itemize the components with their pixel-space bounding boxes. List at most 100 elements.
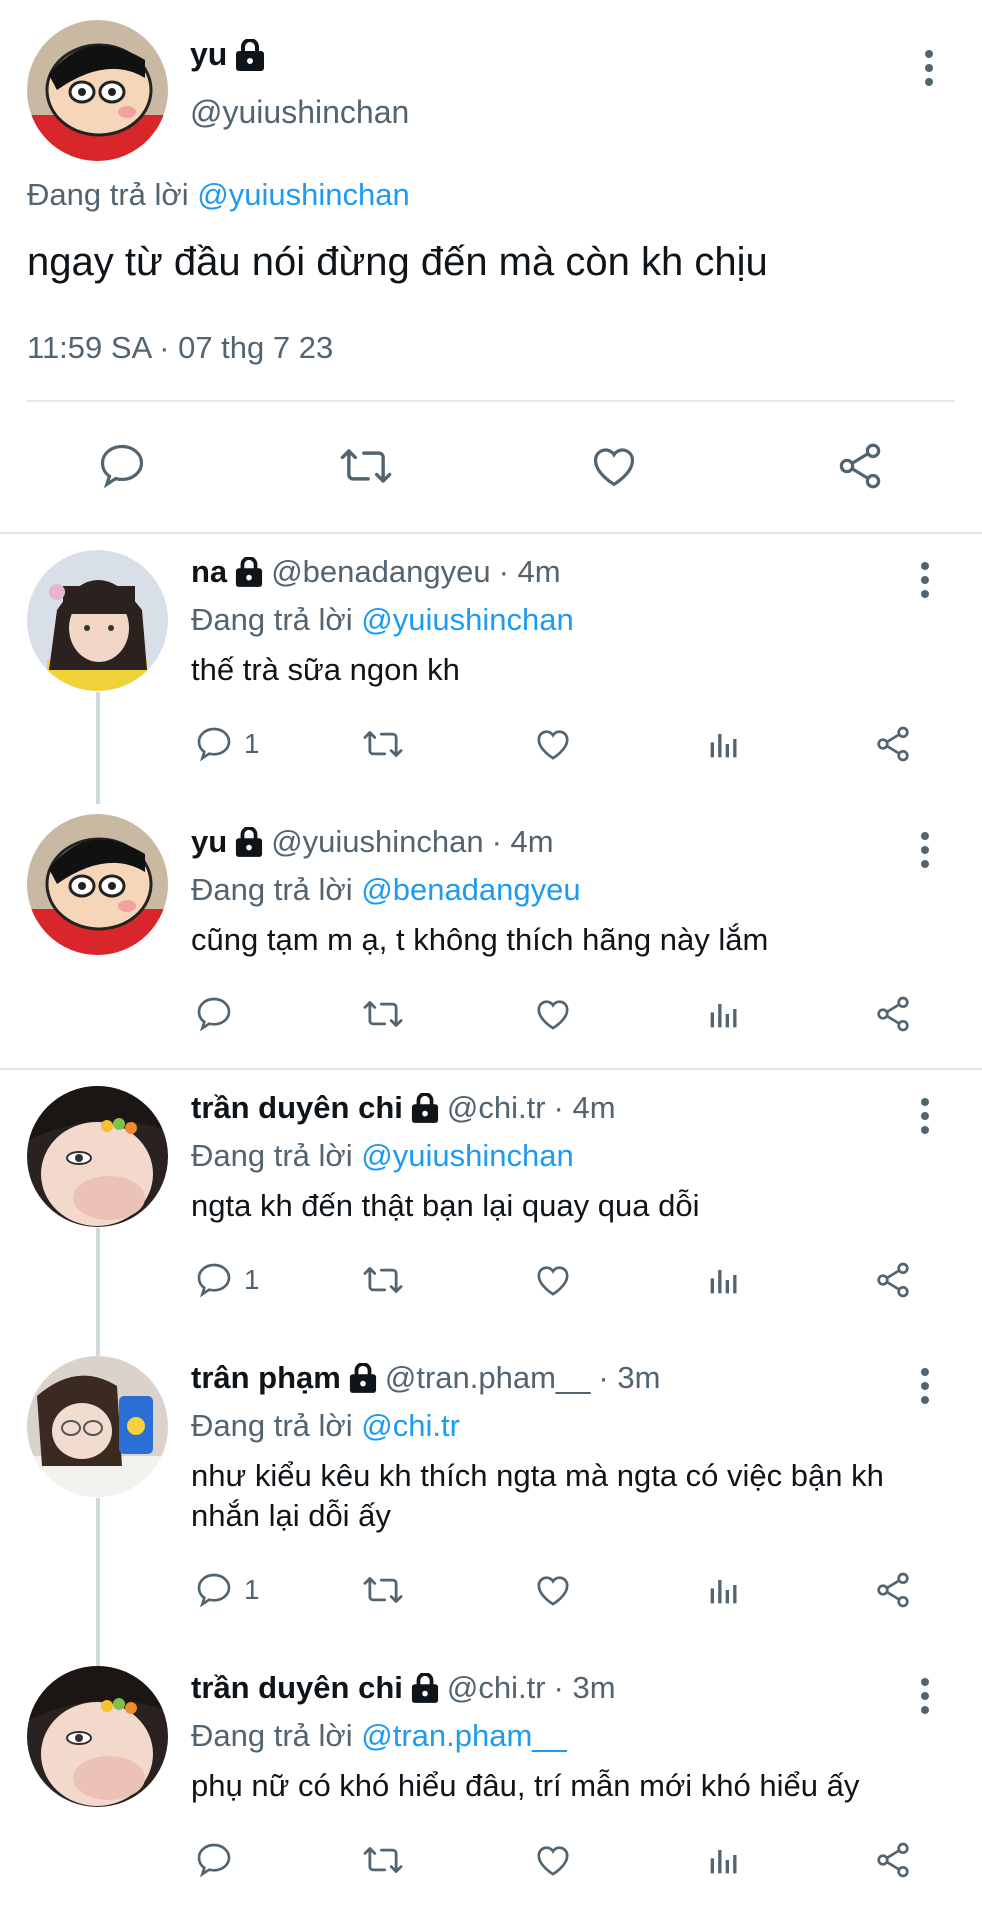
avatar[interactable] <box>27 550 168 691</box>
thread-line <box>96 1650 100 1666</box>
author-name[interactable]: trân phạm <box>191 1360 341 1396</box>
reply-context: Đang trả lời @yuiushinchan <box>191 602 574 638</box>
avatar[interactable] <box>27 1086 168 1227</box>
reply-count: 1 <box>244 1574 260 1605</box>
share-icon[interactable] <box>873 1260 913 1300</box>
reply-button[interactable] <box>194 1840 244 1880</box>
author-name[interactable]: trần duyên chi <box>191 1090 403 1126</box>
reply-button[interactable]: 1 <box>194 1260 260 1300</box>
reply-to-link[interactable]: @chi.tr <box>361 1408 460 1443</box>
post-time[interactable]: · 3m <box>598 1360 660 1396</box>
avatar[interactable] <box>27 814 168 955</box>
author-handle[interactable]: @benadangyeu <box>271 554 490 590</box>
reply-button[interactable]: 1 <box>194 724 260 764</box>
author-handle[interactable]: @chi.tr <box>447 1090 546 1126</box>
reply-tweet[interactable]: na @benadangyeu · 4m Đang trả lời @yuius… <box>0 534 982 804</box>
more-options-icon[interactable] <box>924 50 934 92</box>
author-name[interactable]: trần duyên chi <box>191 1670 403 1706</box>
reply-tweet[interactable]: trần duyên chi @chi.tr · 3m Đang trả lời… <box>0 1650 982 1922</box>
reply-header: trần duyên chi @chi.tr · 3m <box>191 1670 616 1706</box>
reply-to-link[interactable]: @tran.pham__ <box>361 1718 567 1753</box>
analytics-icon[interactable] <box>704 994 744 1034</box>
analytics-icon[interactable] <box>704 724 744 764</box>
lock-icon <box>235 557 263 587</box>
retweet-icon[interactable] <box>360 1840 406 1880</box>
main-tweet-timestamp[interactable]: 11:59 SA · 07 thg 7 23 <box>27 330 333 366</box>
share-icon[interactable] <box>834 440 886 492</box>
lock-icon <box>411 1673 439 1703</box>
analytics-icon[interactable] <box>704 1840 744 1880</box>
reply-to-link[interactable]: @yuiushinchan <box>197 177 409 212</box>
retweet-icon[interactable] <box>360 1260 406 1300</box>
main-tweet-text: ngay từ đầu nói đừng đến mà còn kh chịu <box>27 240 768 284</box>
reply-button[interactable] <box>194 994 244 1034</box>
heart-icon[interactable] <box>533 1260 573 1300</box>
post-time[interactable]: · 3m <box>554 1670 616 1706</box>
retweet-icon[interactable] <box>336 440 396 492</box>
heart-icon[interactable] <box>588 440 640 492</box>
reply-header: yu @yuiushinchan · 4m <box>191 824 554 860</box>
share-icon[interactable] <box>873 1570 913 1610</box>
heart-icon[interactable] <box>533 724 573 764</box>
reply-tweet[interactable]: yu @yuiushinchan · 4m Đang trả lời @bena… <box>0 804 982 1068</box>
heart-icon[interactable] <box>533 1570 573 1610</box>
main-action-bar <box>0 430 982 510</box>
lock-icon <box>349 1363 377 1393</box>
avatar[interactable] <box>27 1356 168 1497</box>
comment-icon[interactable] <box>96 440 148 492</box>
post-time[interactable]: · 4m <box>554 1090 616 1126</box>
author-handle[interactable]: @tran.pham__ <box>385 1360 591 1396</box>
reply-context: Đang trả lời @tran.pham__ <box>191 1718 567 1754</box>
reply-to-link[interactable]: @benadangyeu <box>361 872 580 907</box>
avatar[interactable] <box>27 1666 168 1807</box>
reply-button[interactable]: 1 <box>194 1570 260 1610</box>
reply-header: trân phạm @tran.pham__ · 3m <box>191 1360 660 1396</box>
reply-context: Đang trả lời @chi.tr <box>191 1408 460 1444</box>
reply-tweet[interactable]: trần duyên chi @chi.tr · 4m Đang trả lời… <box>0 1070 982 1340</box>
author-handle[interactable]: @yuiushinchan <box>271 824 483 860</box>
analytics-icon[interactable] <box>704 1570 744 1610</box>
author-handle[interactable]: @chi.tr <box>447 1670 546 1706</box>
main-author-name-row[interactable]: yu <box>190 36 265 73</box>
lock-icon <box>235 827 263 857</box>
action-bar <box>0 1840 982 1900</box>
tweet-text: cũng tạm m ạ, t không thích hãng này lắm <box>191 922 769 957</box>
more-options-icon[interactable] <box>920 1368 930 1410</box>
retweet-icon[interactable] <box>360 1570 406 1610</box>
author-name[interactable]: yu <box>191 824 227 860</box>
comment-icon <box>197 727 231 762</box>
more-options-icon[interactable] <box>920 562 930 604</box>
more-options-icon[interactable] <box>920 1678 930 1720</box>
more-options-icon[interactable] <box>920 1098 930 1140</box>
share-icon[interactable] <box>873 724 913 764</box>
main-avatar[interactable] <box>27 20 168 161</box>
retweet-icon[interactable] <box>360 724 406 764</box>
reply-prefix: Đang trả lời <box>191 1408 353 1443</box>
post-time[interactable]: · 4m <box>499 554 561 590</box>
thread-line <box>96 1340 100 1356</box>
reply-to-link[interactable]: @yuiushinchan <box>361 1138 573 1173</box>
main-tweet: yu @yuiushinchan Đang trả lời @yuiushinc… <box>0 0 982 532</box>
action-bar <box>0 994 982 1054</box>
heart-icon[interactable] <box>533 1840 573 1880</box>
retweet-icon[interactable] <box>360 994 406 1034</box>
author-name[interactable]: na <box>191 554 227 590</box>
main-author-handle[interactable]: @yuiushinchan <box>190 94 409 131</box>
heart-icon[interactable] <box>533 994 573 1034</box>
reply-prefix: Đang trả lời <box>191 1138 353 1173</box>
share-icon[interactable] <box>873 994 913 1034</box>
tweet-text: như kiểu kêu kh thích ngta mà ngta có vi… <box>191 1458 884 1533</box>
reply-count: 1 <box>244 1264 260 1295</box>
share-icon[interactable] <box>873 1840 913 1880</box>
main-reply-context: Đang trả lời @yuiushinchan <box>27 177 410 213</box>
reply-tweet[interactable]: trân phạm @tran.pham__ · 3m Đang trả lời… <box>0 1340 982 1650</box>
reply-to-link[interactable]: @yuiushinchan <box>361 602 573 637</box>
analytics-icon[interactable] <box>704 1260 744 1300</box>
more-options-icon[interactable] <box>920 832 930 874</box>
comment-icon <box>197 1843 231 1878</box>
reply-header: na @benadangyeu · 4m <box>191 554 561 590</box>
reply-prefix: Đang trả lời <box>191 602 353 637</box>
main-author-name[interactable]: yu <box>190 36 227 73</box>
divider <box>27 400 955 402</box>
post-time[interactable]: · 4m <box>492 824 554 860</box>
